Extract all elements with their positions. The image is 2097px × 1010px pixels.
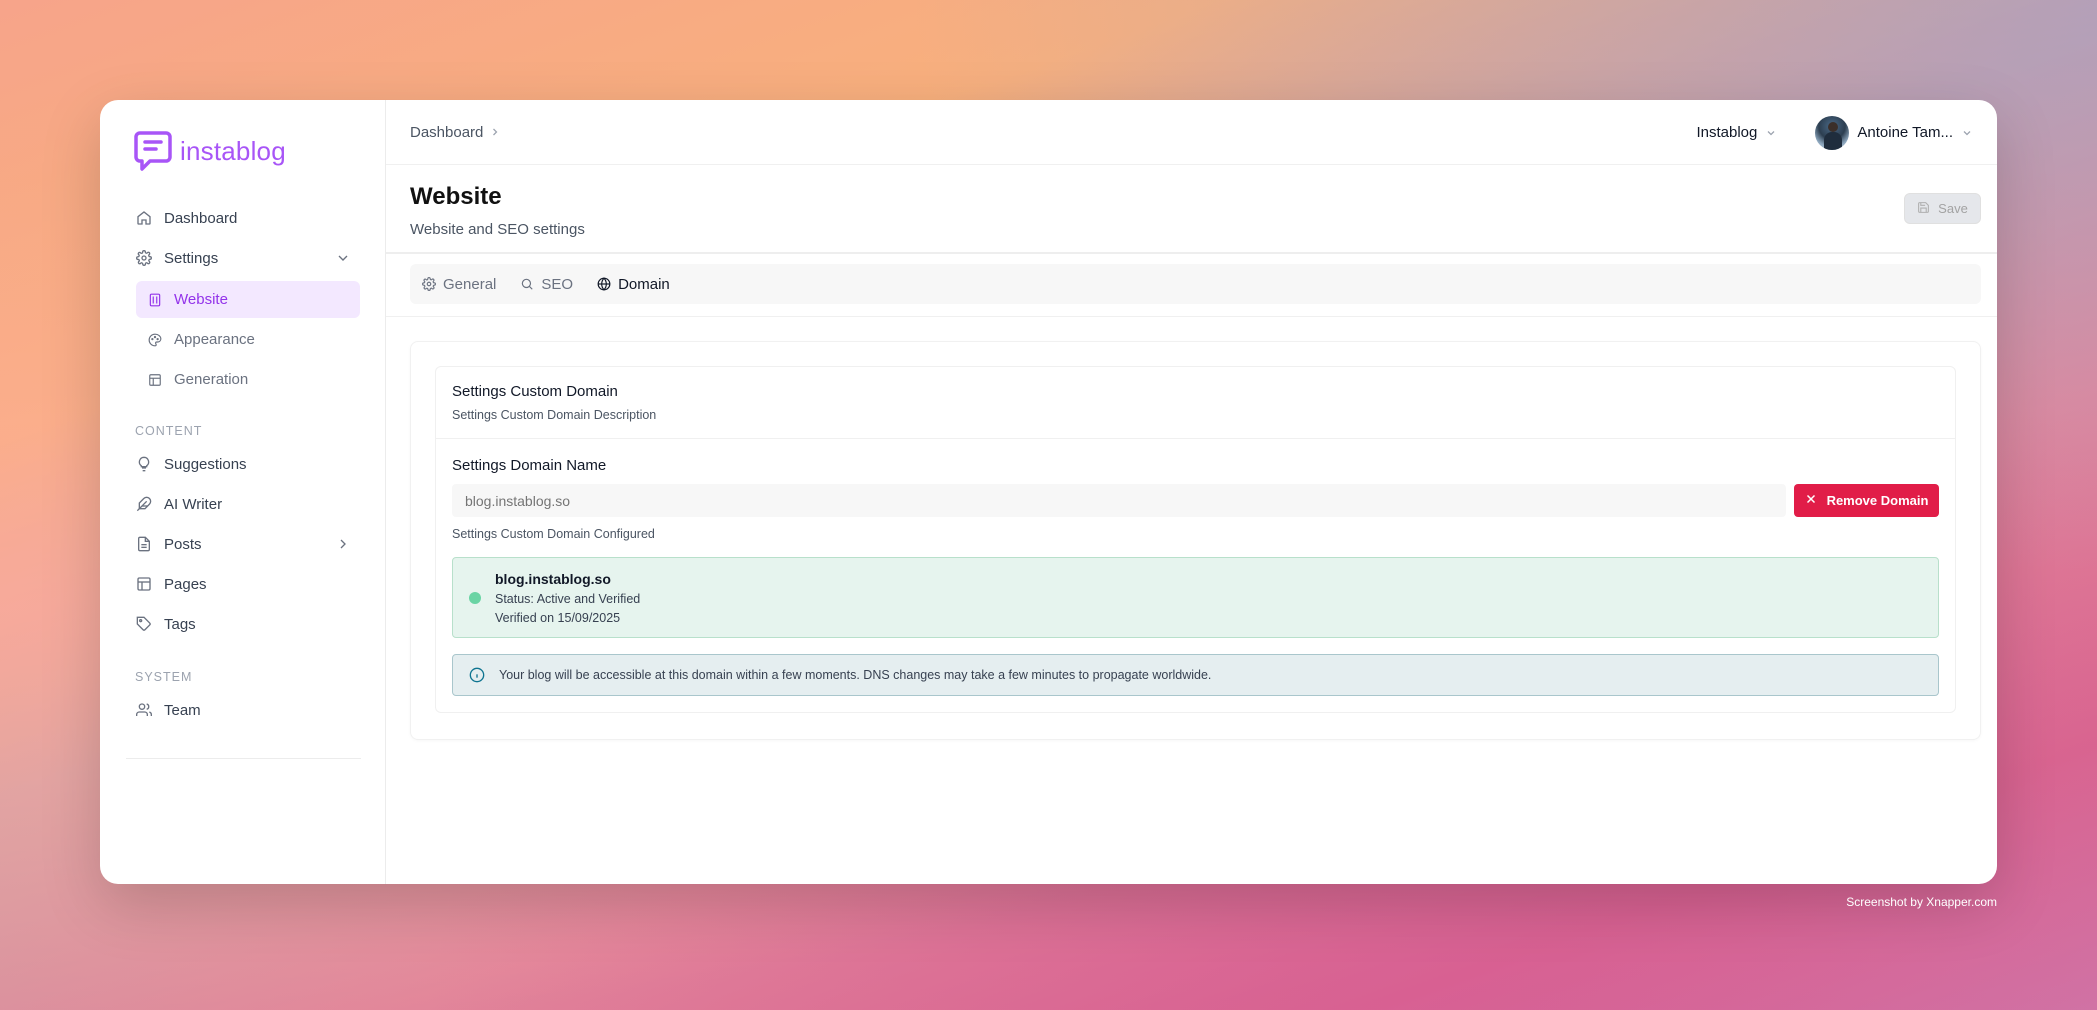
sidebar-item-team[interactable]: Team (132, 690, 361, 730)
feather-icon (136, 496, 152, 512)
sidebar-nav: Dashboard Settings Website Appearance Ge… (132, 198, 361, 730)
info-text: Your blog will be accessible at this dom… (499, 668, 1212, 682)
tab-general[interactable]: General (422, 276, 496, 293)
table-icon (136, 576, 152, 592)
tag-icon (136, 616, 152, 632)
sidebar-item-label: Generation (174, 371, 249, 388)
users-icon (136, 702, 152, 718)
sidebar-item-dashboard[interactable]: Dashboard (132, 198, 361, 238)
sidebar-divider (126, 758, 361, 759)
verified-text: Verified on 15/09/2025 (495, 610, 621, 625)
sidebar-item-label: Settings (164, 249, 219, 267)
lightbulb-icon (136, 456, 152, 472)
logo[interactable]: instablog (134, 128, 361, 174)
topbar: Dashboard Instablog Antoine Tam... (386, 100, 1997, 165)
avatar (1815, 115, 1850, 150)
status-domain: blog.instablog.so (495, 570, 611, 587)
domain-status-box: blog.instablog.so Status: Active and Ver… (452, 557, 1939, 638)
tabs-divider (386, 316, 1997, 317)
tab-domain[interactable]: Domain (597, 276, 670, 293)
domain-input[interactable] (452, 484, 1786, 517)
domain-field-row: Remove Domain (452, 484, 1939, 517)
status-dot (469, 591, 481, 604)
sidebar-item-label: Appearance (174, 331, 255, 348)
sidebar-item-posts[interactable]: Posts (132, 524, 361, 564)
sidebar-item-label: Website (174, 291, 228, 308)
chevron-down-icon (1765, 127, 1777, 139)
domain-settings-card: Settings Custom Domain Settings Custom D… (410, 341, 1981, 740)
sidebar-item-appearance[interactable]: Appearance (136, 321, 360, 358)
page-title: Website (410, 183, 502, 210)
gear-icon (422, 277, 436, 291)
instablog-logo-icon (134, 131, 172, 171)
search-icon (520, 277, 534, 291)
tabs: General SEO Domain (410, 264, 1981, 304)
sidebar: instablog Dashboard Settings Website App… (100, 100, 386, 884)
sidebar-item-ai-writer[interactable]: AI Writer (132, 484, 361, 524)
chevron-right-icon[interactable] (335, 536, 351, 552)
home-icon (136, 210, 152, 226)
building-icon (148, 293, 162, 307)
save-label: Save (1938, 201, 1968, 216)
topbar-right: Instablog Antoine Tam... (1696, 100, 1973, 165)
domain-field-label: Settings Domain Name (452, 457, 607, 474)
chevron-down-icon[interactable] (335, 250, 351, 266)
sidebar-item-generation[interactable]: Generation (136, 361, 360, 398)
panel-title: Settings Custom Domain (452, 383, 618, 400)
chevron-down-icon (1961, 127, 1973, 139)
panel-body: Settings Domain Name Remove Domain Setti… (436, 439, 1955, 712)
layout-icon (148, 373, 162, 387)
workspace-select[interactable]: Instablog (1696, 124, 1777, 141)
sidebar-item-suggestions[interactable]: Suggestions (132, 444, 361, 484)
save-icon (1917, 201, 1930, 217)
panel-header: Settings Custom Domain Settings Custom D… (436, 367, 1955, 439)
file-icon (136, 536, 152, 552)
logo-text: instablog (180, 135, 286, 166)
page-header: Website Website and SEO settings Save (386, 165, 1997, 254)
sidebar-item-settings[interactable]: Settings (132, 238, 361, 278)
palette-icon (148, 333, 162, 347)
sidebar-item-website[interactable]: Website (136, 281, 360, 318)
custom-domain-panel: Settings Custom Domain Settings Custom D… (435, 366, 1956, 713)
sidebar-item-label: Posts (164, 535, 202, 553)
panel-description: Settings Custom Domain Description (452, 408, 657, 422)
chevron-right-icon (489, 126, 501, 138)
domain-field-help: Settings Custom Domain Configured (452, 527, 655, 541)
sidebar-item-label: Pages (164, 575, 207, 593)
status-details: blog.instablog.so Status: Active and Ver… (495, 571, 640, 625)
user-name: Antoine Tam... (1857, 124, 1953, 141)
watermark: Screenshot by Xnapper.com (1846, 895, 1997, 909)
tab-label: SEO (541, 275, 574, 293)
sidebar-item-label: AI Writer (164, 495, 223, 513)
breadcrumb: Dashboard (410, 124, 501, 141)
section-label-system: SYSTEM (135, 670, 193, 684)
remove-domain-button[interactable]: Remove Domain (1794, 484, 1939, 517)
globe-icon (597, 277, 611, 291)
sidebar-item-pages[interactable]: Pages (132, 564, 361, 604)
tab-label: General (443, 275, 497, 293)
tab-seo[interactable]: SEO (520, 276, 573, 293)
sidebar-item-label: Suggestions (164, 455, 247, 473)
tabs-wrap: General SEO Domain (386, 254, 1997, 304)
status-text: Status: Active and Verified (495, 591, 641, 606)
remove-domain-label: Remove Domain (1826, 493, 1929, 508)
dns-info-box: Your blog will be accessible at this dom… (452, 654, 1939, 696)
app-window: instablog Dashboard Settings Website App… (100, 100, 1997, 884)
save-button[interactable]: Save (1904, 193, 1981, 224)
main-content: Dashboard Instablog Antoine Tam... Websi… (386, 100, 1997, 884)
sidebar-item-label: Tags (164, 615, 196, 633)
sidebar-item-label: Team (164, 701, 201, 719)
gear-icon (136, 250, 152, 266)
sidebar-item-tags[interactable]: Tags (132, 604, 361, 644)
section-label-content: CONTENT (135, 424, 203, 438)
page-subtitle: Website and SEO settings (410, 221, 585, 238)
breadcrumb-dashboard-link[interactable]: Dashboard (410, 124, 483, 141)
user-menu[interactable]: Antoine Tam... (1815, 115, 1973, 150)
info-icon (469, 667, 485, 683)
tab-label: Domain (618, 275, 670, 293)
close-icon (1805, 493, 1817, 508)
workspace-name: Instablog (1696, 124, 1758, 141)
sidebar-item-label: Dashboard (164, 209, 238, 227)
